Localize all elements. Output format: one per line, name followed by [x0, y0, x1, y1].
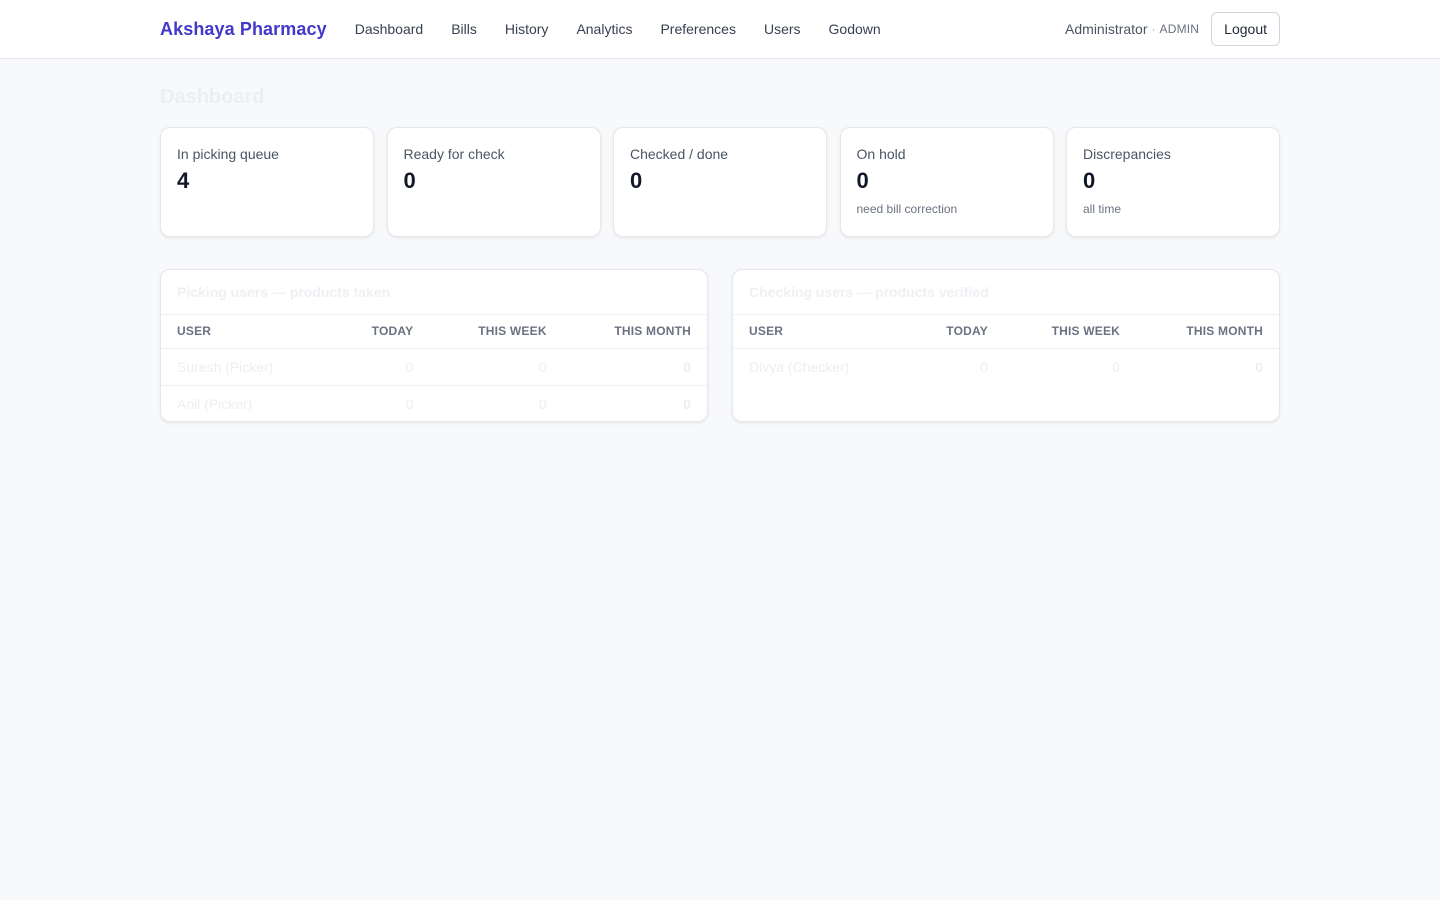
cell-user: Anil (Picker) — [177, 395, 253, 412]
column-header-today: TODAY — [907, 315, 1004, 349]
top-navbar: Akshaya Pharmacy Dashboard Bills History… — [0, 0, 1440, 59]
cell-today: 0 — [405, 395, 414, 412]
cell-today: 0 — [331, 348, 430, 386]
stat-label: In picking queue — [177, 146, 279, 162]
stat-card-picking-queue: In picking queue 4 — [160, 127, 374, 237]
brand-logo-text[interactable]: Akshaya Pharmacy — [160, 19, 327, 40]
checking-users-card: Checking users — products verified USER … — [732, 269, 1280, 422]
nav-link-users[interactable]: Users — [764, 21, 801, 37]
user-area: Administrator · ADMIN Logout — [1065, 12, 1280, 46]
table-row: Divya (Checker) 0 0 0 — [733, 348, 1279, 385]
stat-card-on-hold: On hold 0 need bill correction — [839, 127, 1054, 237]
stat-card-ready-for-check: Ready for check 0 — [386, 127, 601, 237]
stat-label: Ready for check — [403, 146, 505, 162]
table-header-row: USER TODAY THIS WEEK THIS MONTH — [733, 315, 1279, 349]
stat-value: 4 — [177, 168, 190, 193]
table-row: Suresh (Picker) 0 0 0 — [161, 348, 707, 386]
stat-value: 0 — [1083, 168, 1096, 193]
navbar-inner: Akshaya Pharmacy Dashboard Bills History… — [160, 0, 1280, 58]
nav-link-analytics[interactable]: Analytics — [576, 21, 632, 37]
logout-button[interactable]: Logout — [1211, 12, 1280, 46]
page-title: Dashboard — [160, 86, 265, 108]
checking-users-table: USER TODAY THIS WEEK THIS MONTH Divya (C… — [733, 315, 1279, 385]
main-nav: Dashboard Bills History Analytics Prefer… — [355, 21, 909, 37]
stat-note: all time — [1083, 202, 1122, 216]
stat-value: 0 — [403, 168, 416, 193]
picking-users-card: Picking users — products taken USER TODA… — [160, 269, 708, 422]
stats-row: In picking queue 4 Ready for check 0 Che… — [160, 127, 1280, 237]
current-user-role: ADMIN — [1159, 22, 1200, 36]
cell-this-week: 0 — [1112, 358, 1121, 375]
cell-this-month: 0 — [683, 395, 691, 412]
stat-card-discrepancies: Discrepancies 0 all time — [1066, 127, 1280, 237]
stat-note: need bill correction — [856, 202, 958, 216]
user-separator: · — [1151, 22, 1156, 36]
nav-link-dashboard[interactable]: Dashboard — [355, 21, 424, 37]
stat-label: On hold — [856, 146, 906, 162]
nav-link-preferences[interactable]: Preferences — [660, 21, 735, 37]
column-header-user: USER — [733, 315, 908, 349]
table-header-row: USER TODAY THIS WEEK THIS MONTH — [161, 315, 707, 349]
nav-link-history[interactable]: History — [505, 21, 549, 37]
stat-value: 0 — [856, 168, 869, 193]
column-header-today: TODAY — [331, 315, 430, 349]
table-row: Anil (Picker) 0 0 0 — [161, 385, 707, 421]
cell-today: 0 — [980, 358, 988, 375]
main-content: Dashboard In picking queue 4 Ready for c… — [160, 59, 1280, 422]
cell-user: Divya (Checker) — [749, 358, 850, 375]
picking-users-title: Picking users — products taken — [161, 270, 707, 315]
cell-this-week: 0 — [538, 395, 547, 412]
column-header-this-month: THIS MONTH — [1136, 315, 1279, 349]
nav-link-godown[interactable]: Godown — [829, 21, 881, 37]
cell-user: Suresh (Picker) — [161, 348, 332, 386]
stat-value: 0 — [630, 168, 643, 193]
column-header-this-month: THIS MONTH — [562, 315, 707, 349]
user-tables-row: Picking users — products taken USER TODA… — [160, 269, 1280, 422]
cell-this-week: 0 — [429, 348, 563, 386]
column-header-this-week: THIS WEEK — [429, 315, 563, 349]
stat-card-checked-done: Checked / done 0 — [613, 127, 827, 237]
nav-link-bills[interactable]: Bills — [451, 21, 477, 37]
column-header-this-week: THIS WEEK — [1003, 315, 1137, 349]
stat-label: Checked / done — [630, 146, 729, 162]
stat-label: Discrepancies — [1083, 146, 1171, 162]
current-user-name: Administrator — [1065, 21, 1148, 37]
cell-this-month: 0 — [1255, 358, 1263, 375]
checking-users-title: Checking users — products verified — [733, 270, 1279, 315]
picking-users-table: USER TODAY THIS WEEK THIS MONTH Suresh (… — [161, 315, 707, 421]
column-header-user: USER — [161, 315, 332, 349]
cell-this-month: 0 — [562, 348, 707, 386]
